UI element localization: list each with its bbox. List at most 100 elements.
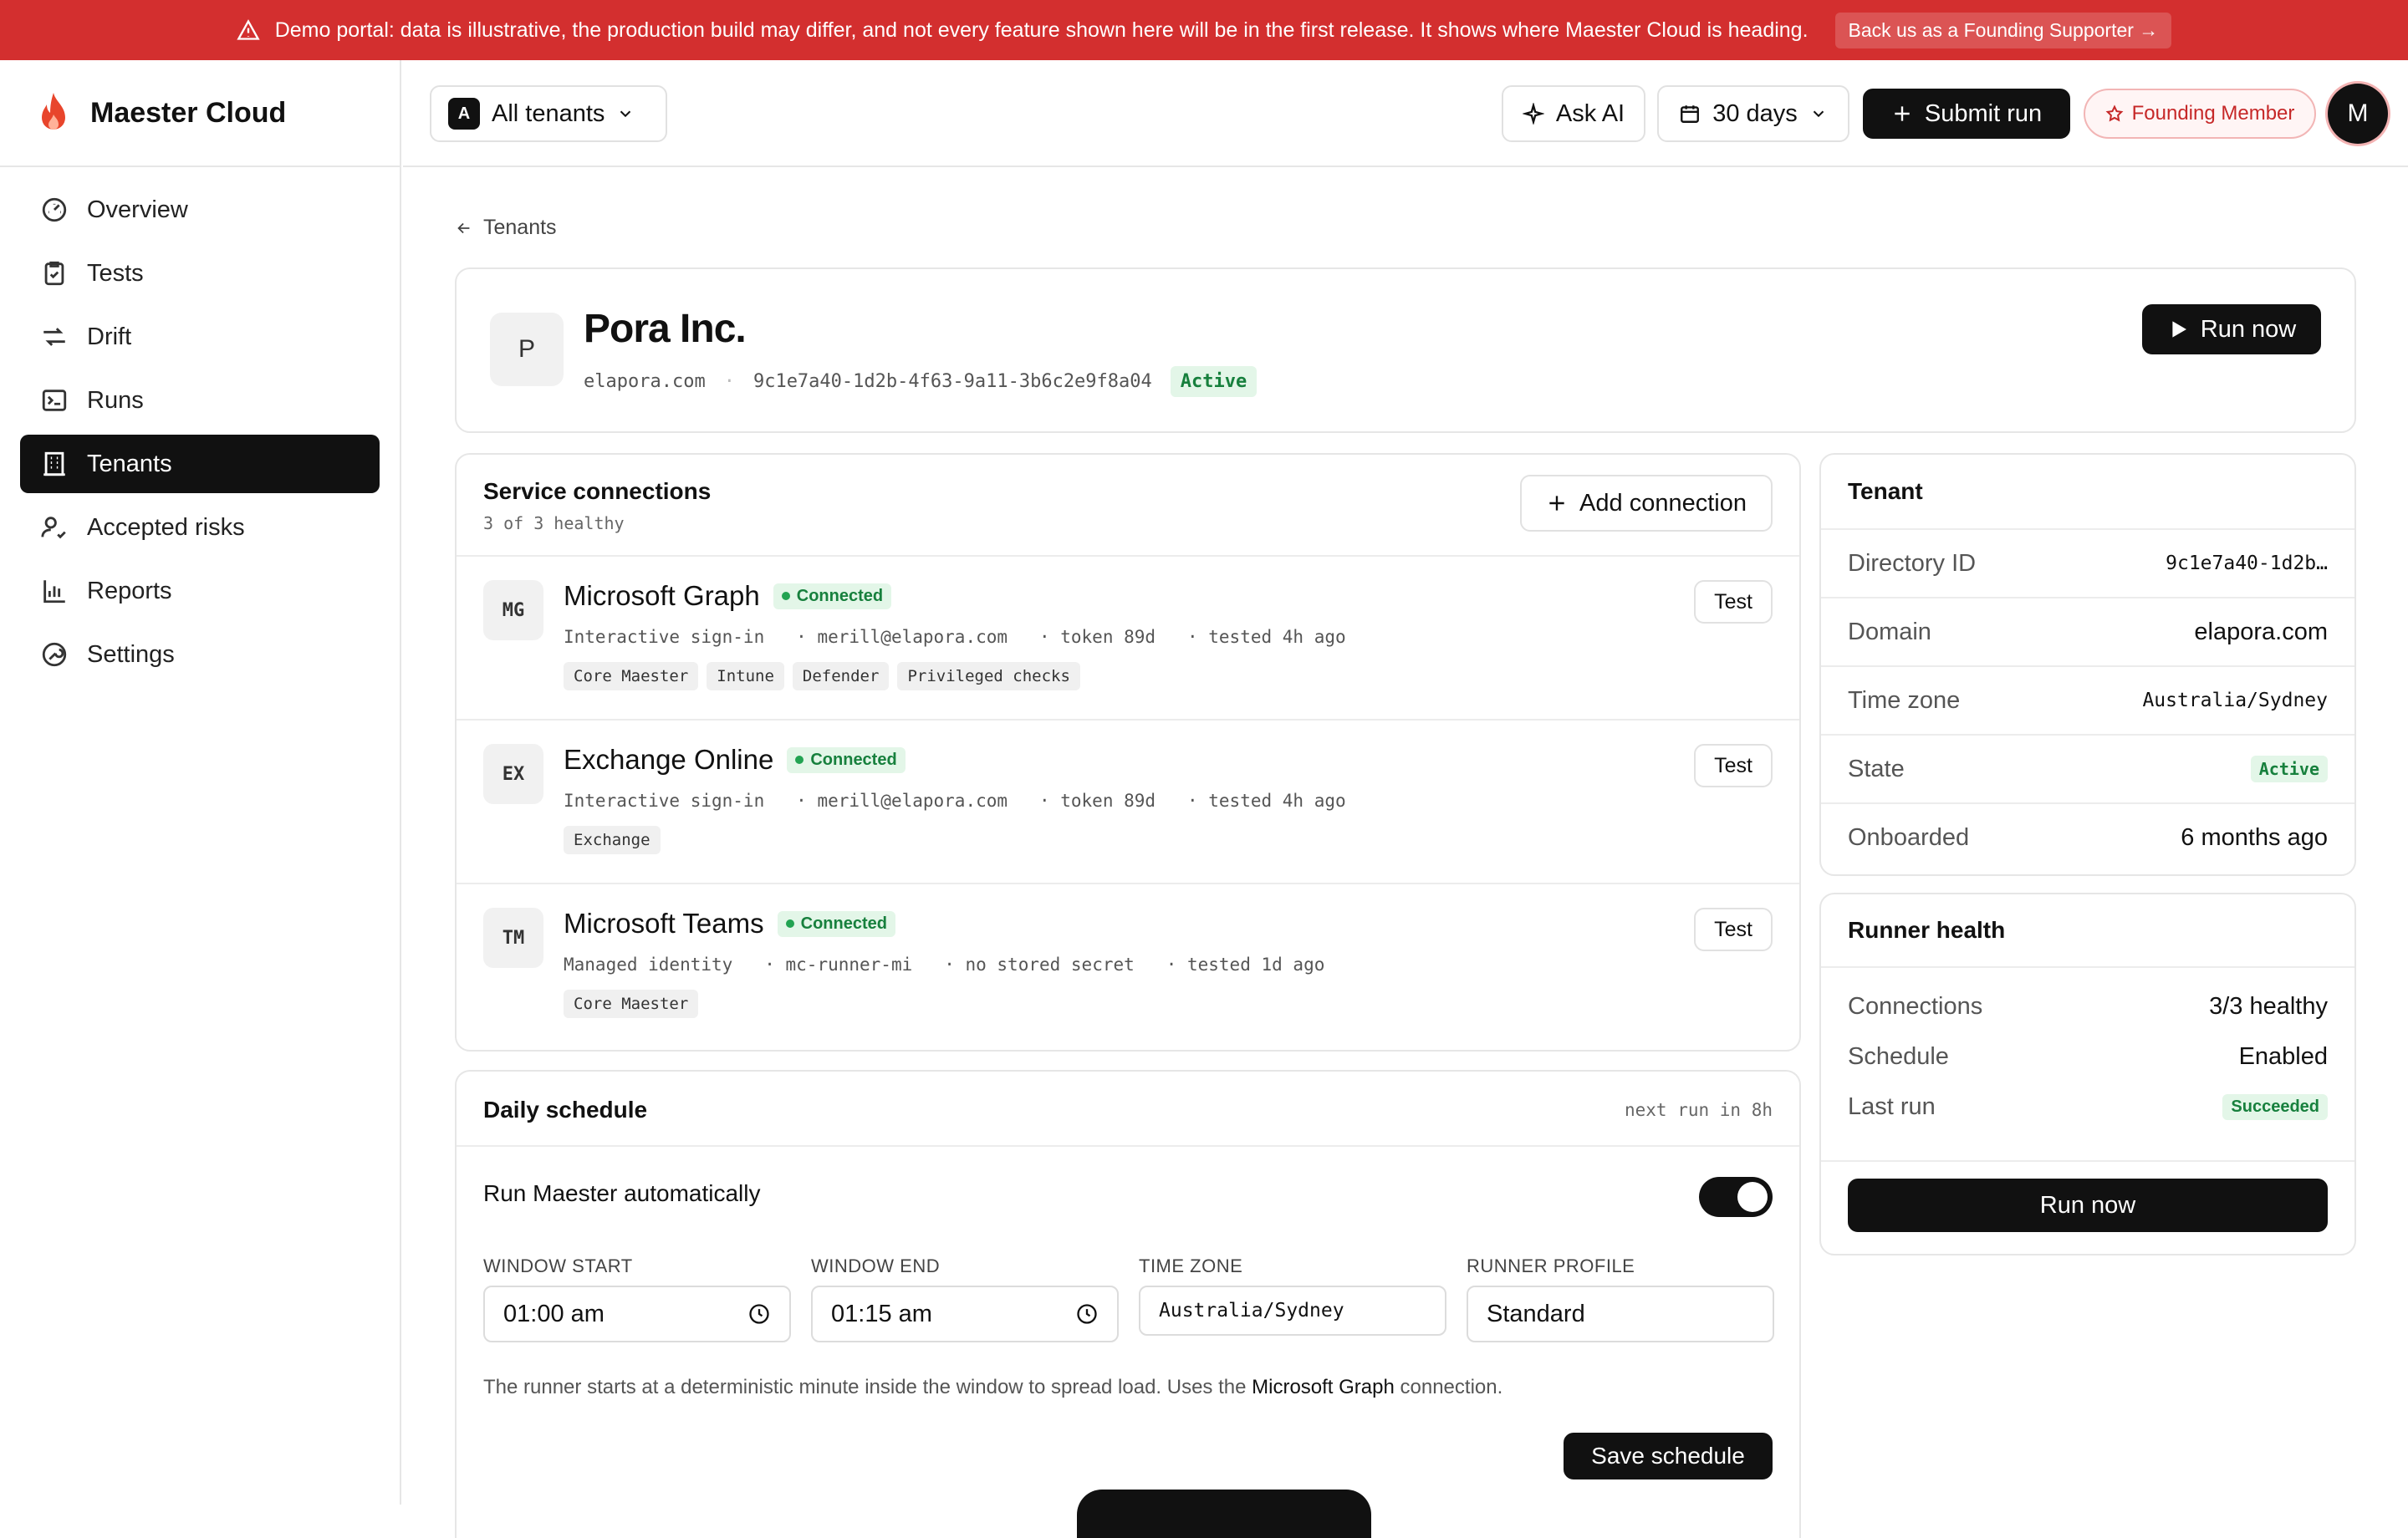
status-dot-icon	[786, 919, 794, 928]
sidebar-item-reports[interactable]: Reports	[20, 562, 380, 620]
play-icon	[2167, 318, 2189, 340]
floating-toolbar[interactable]	[1077, 1490, 1371, 1538]
section-subtitle: 3 of 3 healthy	[483, 513, 625, 533]
sidebar-item-label: Tenants	[87, 451, 172, 478]
daily-schedule-card: Daily schedule next run in 8h Run Maeste…	[455, 1070, 1801, 1538]
status-badge: Active	[1171, 366, 1257, 397]
service-connections-card: Service connections 3 of 3 healthy Add c…	[455, 453, 1801, 1052]
tenant-domain: elapora.com	[584, 371, 706, 392]
date-range-select[interactable]: 30 days	[1657, 85, 1849, 142]
window-end-value: 01:15 am	[831, 1301, 932, 1328]
connection-meta: Interactive sign-in · merill@elapora.com…	[564, 791, 1346, 811]
sidebar: Maester Cloud Overview Tests Drift Runs …	[0, 60, 401, 1505]
auth-method: Interactive sign-in	[564, 627, 764, 647]
sidebar-item-runs[interactable]: Runs	[20, 371, 380, 430]
row-key: Onboarded	[1848, 824, 1969, 852]
runner-run-now-button[interactable]: Run now	[1848, 1179, 2328, 1232]
connection-name: Exchange Online	[564, 744, 773, 776]
submit-run-label: Submit run	[1925, 100, 2042, 128]
tag: Privileged checks	[897, 662, 1079, 690]
avatar[interactable]: M	[2328, 84, 2388, 144]
row-key: Last run	[1848, 1093, 1936, 1121]
row-key: Time zone	[1848, 687, 1960, 715]
tenant-id: 9c1e7a40-1d2b-4f63-9a11-3b6c2e9f8a04	[753, 371, 1152, 392]
account: · merill@elapora.com	[796, 627, 1008, 647]
separator-dot: ·	[724, 371, 735, 392]
row-key: Directory ID	[1848, 550, 1976, 578]
chart-icon	[40, 577, 69, 605]
status-dot-icon	[795, 756, 804, 764]
window-start-input[interactable]: 01:00 am	[483, 1286, 791, 1342]
sidebar-item-tests[interactable]: Tests	[20, 244, 380, 303]
plus-icon	[1891, 103, 1913, 125]
connection-row-teams: TM Microsoft TeamsConnected Managed iden…	[457, 883, 1799, 1047]
window-start-label: WINDOW START	[483, 1255, 633, 1277]
token-info: · token 89d	[1039, 627, 1156, 647]
run-now-button[interactable]: Run now	[2142, 304, 2321, 354]
tenant-switcher-label: All tenants	[492, 100, 605, 128]
sidebar-item-label: Runs	[87, 387, 144, 415]
connection-status-badge: Connected	[787, 747, 905, 773]
time-zone-value: Australia/Sydney	[1159, 1300, 1344, 1322]
clock-icon	[747, 1302, 771, 1326]
clock-icon	[1075, 1302, 1099, 1326]
sidebar-item-accepted-risks[interactable]: Accepted risks	[20, 498, 380, 557]
account: · merill@elapora.com	[796, 791, 1008, 811]
tenant-info-card: Tenant Directory ID9c1e7a40-1d2b… Domain…	[1819, 453, 2356, 876]
connection-row-exchange: EX Exchange Online Connected Interactive …	[457, 719, 1799, 883]
section-title: Tenant	[1821, 455, 2354, 528]
test-connection-button[interactable]: Test	[1694, 744, 1773, 787]
sidebar-item-overview[interactable]: Overview	[20, 181, 380, 239]
runner-health-card: Runner health Connections3/3 healthy Sch…	[1819, 893, 2356, 1255]
brand[interactable]: Maester Cloud	[0, 60, 400, 167]
sidebar-item-tenants[interactable]: Tenants	[20, 435, 380, 493]
directory-id-value: 9c1e7a40-1d2b…	[2166, 553, 2328, 574]
auth-method: Managed identity	[564, 955, 732, 975]
arrows-icon	[40, 323, 69, 351]
sparkle-icon	[1523, 103, 1544, 125]
sidebar-item-drift[interactable]: Drift	[20, 308, 380, 366]
date-range-label: 30 days	[1712, 100, 1798, 128]
runner-profile-value: Standard	[1487, 1301, 1585, 1328]
test-connection-button[interactable]: Test	[1694, 580, 1773, 624]
wrench-icon	[40, 640, 69, 669]
window-end-input[interactable]: 01:15 am	[811, 1286, 1119, 1342]
status-dot-icon	[782, 592, 790, 600]
tenant-switcher[interactable]: A All tenants	[430, 85, 667, 142]
arrow-left-icon	[455, 219, 473, 237]
section-title: Service connections	[483, 478, 711, 505]
connection-logo: EX	[483, 744, 543, 804]
toggle-knob	[1737, 1182, 1768, 1212]
sidebar-item-label: Overview	[87, 196, 188, 224]
ask-ai-button[interactable]: Ask AI	[1502, 85, 1645, 142]
save-schedule-button[interactable]: Save schedule	[1564, 1433, 1773, 1479]
sidebar-nav: Overview Tests Drift Runs Tenants Accept…	[0, 167, 400, 702]
brand-name: Maester Cloud	[90, 97, 286, 130]
chevron-down-icon	[616, 104, 635, 123]
account: · mc-runner-mi	[764, 955, 912, 975]
breadcrumb[interactable]: Tenants	[455, 216, 557, 240]
auto-run-toggle[interactable]	[1699, 1177, 1773, 1217]
breadcrumb-label: Tenants	[483, 216, 557, 240]
building-icon	[40, 450, 69, 478]
connection-tags: Core Maester	[564, 990, 707, 1018]
banner-text: Demo portal: data is illustrative, the p…	[275, 18, 1809, 43]
schedule-note: The runner starts at a deterministic min…	[483, 1376, 1502, 1399]
test-connection-button[interactable]: Test	[1694, 908, 1773, 951]
connection-name: Microsoft Teams	[564, 908, 764, 940]
time-zone-label: TIME ZONE	[1139, 1255, 1242, 1277]
time-zone-input[interactable]: Australia/Sydney	[1139, 1286, 1446, 1336]
clipboard-check-icon	[40, 259, 69, 288]
tag: Exchange	[564, 826, 661, 854]
tested-info: · tested 4h ago	[1187, 627, 1346, 647]
add-connection-button[interactable]: Add connection	[1520, 475, 1773, 532]
submit-run-button[interactable]: Submit run	[1863, 89, 2070, 139]
connections-value: 3/3 healthy	[2209, 993, 2328, 1021]
founding-member-badge[interactable]: Founding Member	[2084, 89, 2316, 139]
runner-profile-select[interactable]: Standard	[1467, 1286, 1774, 1342]
founding-supporter-link[interactable]: Back us as a Founding Supporter →	[1835, 13, 2172, 48]
schedule-value: Enabled	[2239, 1043, 2328, 1071]
connection-logo: MG	[483, 580, 543, 640]
schedule-note-connection: Microsoft Graph	[1252, 1376, 1395, 1398]
sidebar-item-settings[interactable]: Settings	[20, 625, 380, 684]
